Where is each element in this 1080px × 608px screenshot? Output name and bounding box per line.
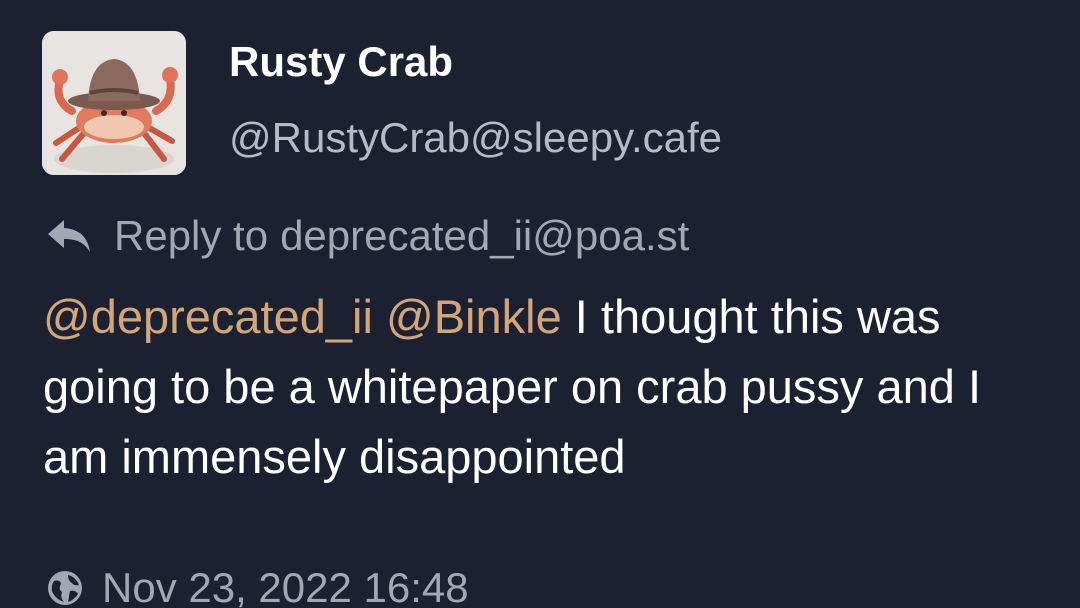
reply-prefix-label: Reply to	[114, 212, 269, 259]
mention-binkle[interactable]: @Binkle	[386, 290, 562, 343]
crab-avatar-image	[42, 31, 186, 175]
post-timestamp[interactable]: Nov 23, 2022 16:48	[102, 562, 469, 608]
reply-arrow-icon	[46, 216, 94, 256]
author-handle[interactable]: @RustyCrab@sleepy.cafe	[229, 112, 722, 164]
post-meta-row: Nov 23, 2022 16:48	[46, 556, 469, 608]
globe-icon	[46, 569, 84, 607]
reply-target-link[interactable]: deprecated_ii@poa.st	[280, 210, 689, 262]
post-content: @deprecated_ii @Binkle I thought this wa…	[43, 282, 1043, 492]
mention-deprecated-ii[interactable]: @deprecated_ii	[43, 290, 373, 343]
reply-to-row[interactable]: Reply to deprecated_ii@poa.st	[46, 208, 689, 264]
author-avatar[interactable]	[42, 31, 186, 175]
author-display-name[interactable]: Rusty Crab	[229, 36, 453, 88]
